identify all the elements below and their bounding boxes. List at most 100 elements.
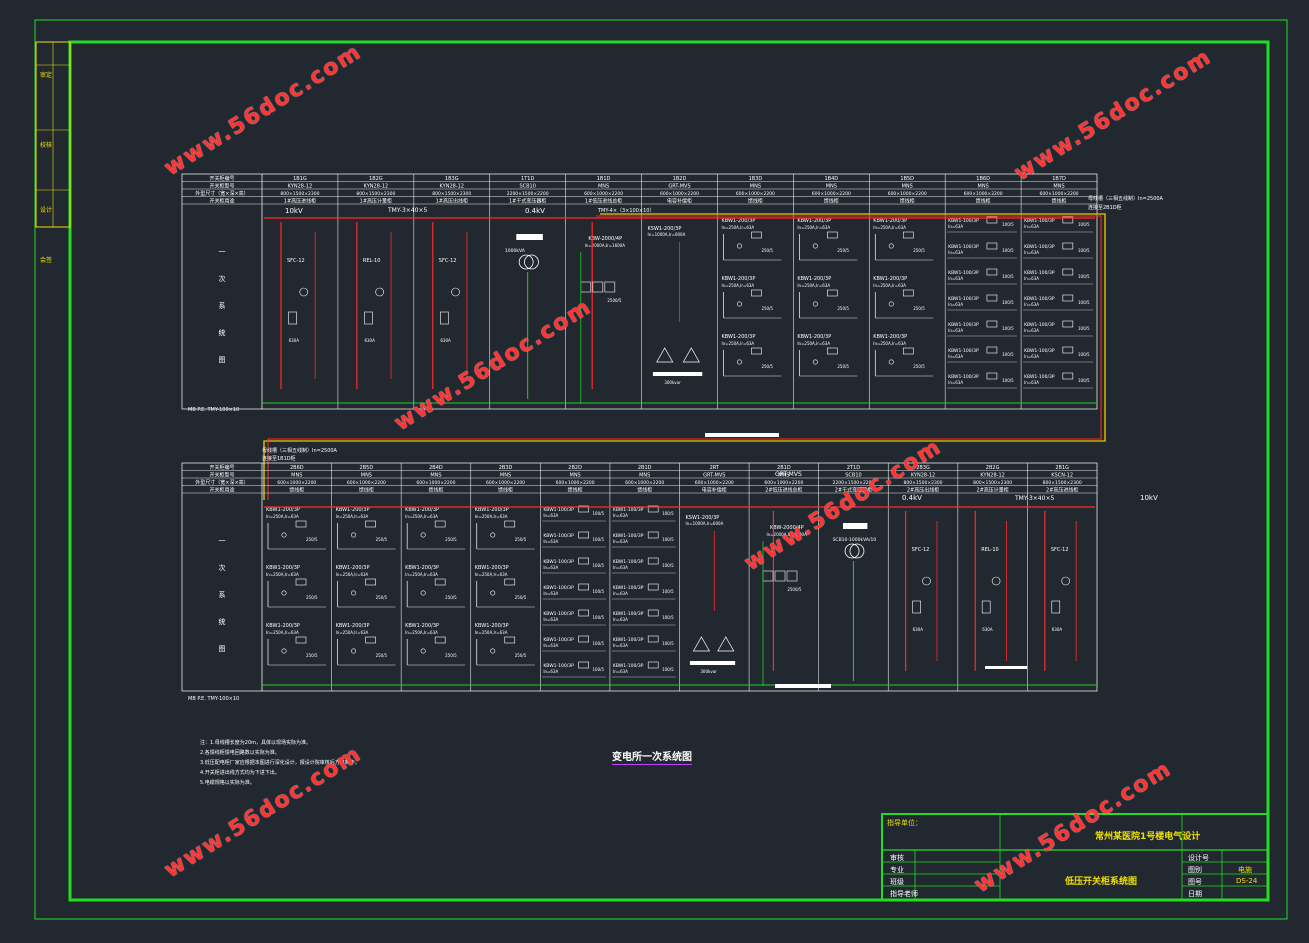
panel-id: 1B2D [673, 176, 687, 182]
meter-box [1062, 242, 1074, 250]
ct-ratio: 100/5 [1002, 300, 1014, 305]
breaker-rating: In=63A [948, 354, 963, 359]
meter-box [647, 635, 659, 643]
busbar-label: 连接至2B1D柜 [1088, 204, 1122, 211]
meter-box [751, 347, 762, 355]
row-header: 开关柜用途 [209, 487, 234, 494]
tb-row-left-1: 专业 [890, 866, 904, 874]
tb-row-right-1: 图别 [1188, 866, 1202, 874]
ct-icon [420, 532, 426, 538]
meter-box [578, 557, 589, 565]
breaker-label: KBW1-200/3P [873, 334, 907, 340]
meter-box [1062, 346, 1074, 354]
ct-ratio: 250/5 [913, 306, 925, 311]
panel-frame [181, 462, 1098, 692]
breaker-label: KBW1-200/3P [405, 623, 439, 629]
panel-use: 2#高压出线柜 [907, 487, 939, 494]
meter-box [1062, 320, 1074, 328]
meter-box [902, 231, 914, 239]
breaker-rating: In=63A [948, 224, 963, 229]
ct-icon [351, 590, 357, 596]
ct-ratio: 250/5 [376, 653, 388, 658]
ct-ratio: 100/5 [1078, 274, 1090, 279]
meter-box [434, 578, 446, 586]
ct-ratio: 250/5 [837, 364, 849, 369]
breaker-rating: In=63A [543, 669, 558, 674]
panel-type: MNS [978, 184, 989, 190]
meter-box [827, 231, 838, 239]
rating-label: 630A [982, 627, 993, 632]
row-header: 开关柜型号 [209, 183, 234, 190]
panel-id: 1B4D [824, 176, 838, 182]
panel-size: 600×1000×2200 [764, 480, 803, 486]
meter-box [647, 531, 659, 539]
breaker-label: KBW1-200/3P [475, 565, 509, 571]
panel-use: 馈线柜 [824, 198, 839, 205]
ct-icon [420, 590, 426, 596]
panel-type: KYN28-12 [980, 473, 1004, 479]
panel-size: 800×1500×2300 [1043, 480, 1082, 486]
tb-row-right-3: 日期 [1188, 890, 1202, 898]
tb-right-value-2: DS-24 [1236, 877, 1258, 885]
breaker-rating: In=63A [948, 302, 963, 307]
meter-box [365, 636, 376, 644]
row-header: 开关柜型号 [209, 472, 234, 479]
panel-use: 馈线柜 [976, 198, 991, 205]
ct-ratio: 100/5 [1002, 352, 1014, 357]
ct-ratio: 250/5 [761, 248, 773, 253]
breaker-rating: In=250A,Ir=63A [873, 225, 906, 230]
busbar-label: 母线槽（三相五线制）In=2500A [262, 447, 338, 454]
panel-use: 1#干式变压器柜 [509, 198, 546, 205]
panel-size: 600×1000×2200 [660, 191, 699, 197]
panel-size: 600×1000×2200 [556, 480, 595, 486]
meter-box [986, 346, 998, 354]
breaker-rating: In=63A [1024, 380, 1039, 385]
panel-id: 1T1D [521, 176, 534, 182]
panel-type: MNS [826, 184, 837, 190]
panel-type: MNS [361, 473, 372, 479]
meter-box [751, 231, 762, 239]
ct-box [580, 281, 592, 293]
rating-label: 630A [440, 338, 451, 343]
device-rating: In=1000A,Ir=600A [686, 521, 724, 526]
device-label: SFC-12 [1051, 547, 1069, 553]
panel-size: 800×1500×2300 [904, 480, 943, 486]
device-label: SFC-12 [287, 258, 305, 264]
panel-use: 1#低压进线总柜 [585, 198, 622, 205]
voltage-label: 0.4kV [902, 494, 922, 502]
panel-size: 600×1000×2200 [486, 480, 525, 486]
meter-box [647, 557, 659, 565]
tb-right-value-1: 电施 [1238, 866, 1252, 874]
busduct-label-bar [705, 433, 779, 437]
ct-ratio: 100/5 [1078, 300, 1090, 305]
meter-box [902, 347, 914, 355]
ct-ratio: 250/5 [515, 653, 527, 658]
panel-id: 2B2G [986, 465, 1000, 471]
ct-ratio: 250/5 [376, 595, 388, 600]
panel-use: 馈线柜 [637, 487, 652, 494]
ct-icon [375, 287, 384, 297]
breaker-rating: In=250A,Ir=63A [475, 572, 508, 577]
breaker-rating: In=250A,Ir=63A [336, 630, 369, 635]
breaker-rating: In=250A,Ir=63A [336, 514, 369, 519]
ct-ratio: 100/5 [1078, 248, 1090, 253]
tb-row-left-2: 班级 [890, 878, 904, 886]
breaker-label: KBW1-200/3P [336, 507, 370, 513]
breaker-rating: In=63A [613, 565, 628, 570]
breaker-rating: In=63A [543, 513, 558, 518]
busbar-label: 连接至1B1D柜 [262, 455, 296, 462]
busbar-label: TMY-3×40×5 [387, 207, 427, 214]
ct-ratio: 100/5 [1002, 378, 1014, 383]
ct-ratio: 250/5 [306, 653, 318, 658]
ct-icon [281, 590, 287, 596]
meter-box [434, 520, 446, 528]
ct-icon [991, 576, 1001, 586]
ct-ratio: 100/5 [593, 589, 605, 594]
panel-type: MNS [570, 473, 581, 479]
ct-ratio: 100/5 [1002, 222, 1014, 227]
meter-box [986, 294, 998, 302]
device-label: KBW-2000/4P [588, 236, 622, 242]
meter-box [295, 578, 307, 586]
ct-ratio: 2500/5 [787, 587, 802, 592]
ct-icon [736, 301, 742, 307]
